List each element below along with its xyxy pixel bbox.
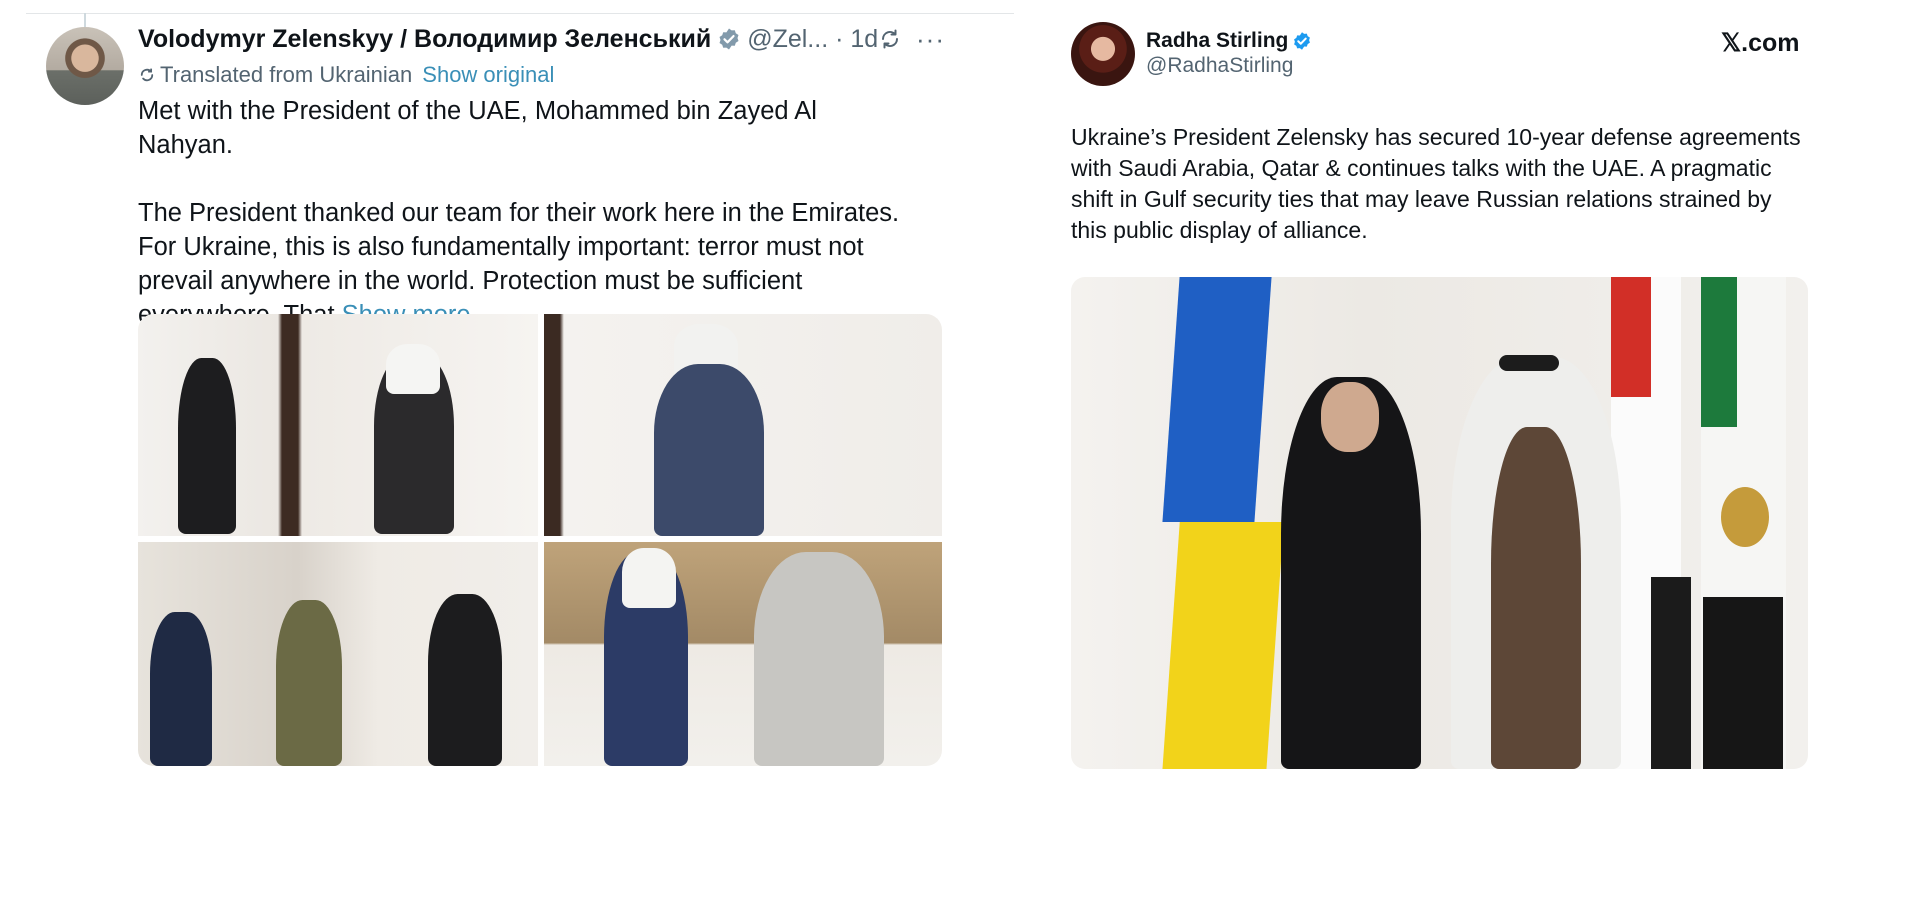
tweet-text-truncated: The President thanked our team for their… xyxy=(138,199,900,329)
tweet-body: Ukraine’s President Zelensky has secured… xyxy=(1071,124,1801,243)
photo-emirati-officials[interactable] xyxy=(544,542,942,766)
handle[interactable]: @RadhaStirling xyxy=(1146,54,1293,78)
photo-handshake-flags[interactable] xyxy=(1071,277,1808,769)
translated-label: Translated from Ukrainian xyxy=(160,62,413,87)
x-com-source-label: 𝕏.com xyxy=(1721,29,1800,57)
verified-badge-icon xyxy=(1294,32,1311,50)
show-original-link[interactable]: Show original xyxy=(422,62,554,88)
translate-icon xyxy=(140,68,154,82)
tweet-zelenskyy[interactable]: Volodymyr Zelenskyy / Володимир Зеленськ… xyxy=(0,0,1000,800)
photo-meeting-sofa[interactable] xyxy=(138,314,538,536)
avatar[interactable] xyxy=(1071,22,1135,86)
translation-notice: Translated from Ukrainian Show original xyxy=(138,61,554,89)
avatar[interactable] xyxy=(46,27,124,105)
repost-icon[interactable] xyxy=(878,27,902,51)
tweet-header: Radha Stirling xyxy=(1146,27,1312,55)
tweet-body: Met with the President of the UAE, Moham… xyxy=(138,94,918,332)
display-name[interactable]: Volodymyr Zelenskyy / Володимир Зеленськ… xyxy=(138,25,711,54)
photo-official-seated[interactable] xyxy=(544,314,942,536)
media-grid xyxy=(138,314,942,766)
display-name[interactable]: Radha Stirling xyxy=(1146,29,1288,53)
tweet-text-line: Met with the President of the UAE, Moham… xyxy=(138,97,817,159)
tweet-header: Volodymyr Zelenskyy / Володимир Зеленськ… xyxy=(138,22,878,56)
verified-badge-icon xyxy=(719,28,739,50)
photo-delegation[interactable] xyxy=(138,542,538,766)
more-icon[interactable]: ··· xyxy=(916,24,945,55)
handle-and-time[interactable]: @Zel... · 1d xyxy=(747,25,878,54)
tweet-text-paragraph: The President thanked our team for their… xyxy=(138,196,918,332)
